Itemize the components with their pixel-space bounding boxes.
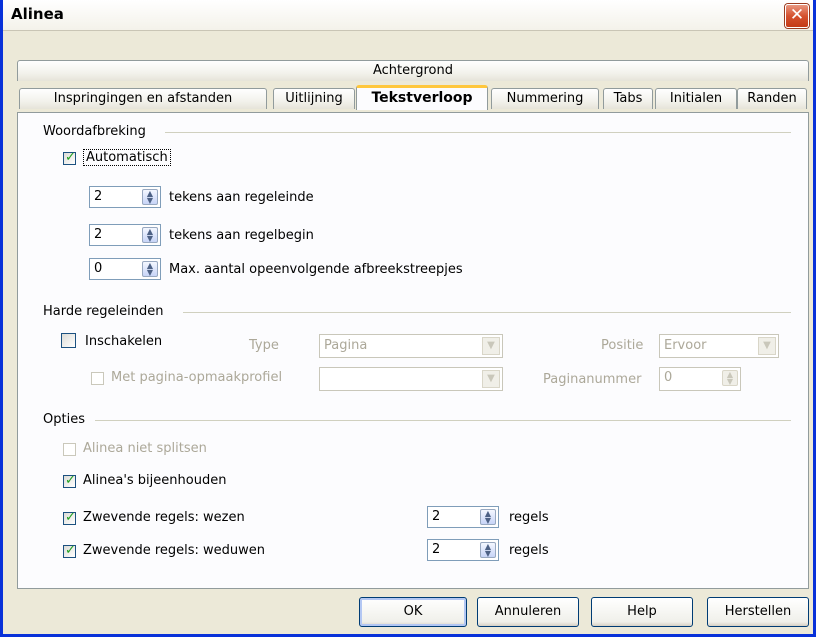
title-bar[interactable]: Alinea ✕ (3, 0, 813, 31)
cancel-button[interactable]: Annuleren (477, 597, 579, 627)
do-not-split-label: Alinea niet splitsen (83, 441, 207, 456)
tab-uitlijning[interactable]: Uitlijning (273, 88, 355, 109)
check-icon: ✓ (65, 543, 76, 558)
widow-value[interactable]: 2 (432, 542, 440, 557)
tab-row-bottom: Inspringingen en afstanden Uitlijning Te… (17, 85, 809, 110)
page-number-value: 0 (664, 370, 673, 385)
page-number-label: Paginanummer (543, 372, 642, 387)
line-begin-spinner[interactable]: 2 ▲ ▼ (89, 224, 161, 246)
dialog-window: Alinea ✕ Achtergrond Inspringingen en af… (0, 0, 816, 637)
widow-checkbox[interactable]: ✓ (63, 543, 76, 558)
page-style-label: Met pagina-opmaakprofiel (111, 370, 283, 385)
tab-achtergrond[interactable]: Achtergrond (17, 60, 809, 81)
spin-arrows-icon[interactable]: ▲ ▼ (142, 227, 158, 243)
widow-spinner[interactable]: 2 ▲ ▼ (427, 539, 499, 561)
line-begin-label: tekens aan regelbegin (169, 228, 314, 243)
ok-button[interactable]: OK (359, 597, 467, 627)
close-button[interactable]: ✕ (785, 4, 809, 28)
section-breaks-label: Harde regeleinden (43, 304, 164, 319)
tab-tabs[interactable]: Tabs (603, 88, 653, 109)
reset-button[interactable]: Herstellen (707, 597, 809, 627)
tab-row-top: Achtergrond (17, 60, 809, 82)
spin-arrows-icon[interactable]: ▲ ▼ (722, 370, 738, 386)
help-button[interactable]: Help (591, 597, 693, 627)
automatic-checkbox[interactable]: ✓ (63, 150, 76, 165)
keep-together-checkbox[interactable]: ✓ (63, 473, 76, 488)
orphan-label[interactable]: Zwevende regels: wezen (83, 510, 245, 525)
check-icon: ✓ (65, 473, 76, 488)
section-divider (183, 312, 791, 313)
orphan-unit: regels (509, 510, 549, 525)
page-number-spinner[interactable]: 0 ▲ ▼ (659, 367, 741, 391)
orphan-checkbox[interactable]: ✓ (63, 510, 76, 525)
check-icon: ✓ (65, 510, 76, 525)
orphan-spinner[interactable]: 2 ▲ ▼ (427, 506, 499, 528)
automatic-label[interactable]: Automatisch (83, 149, 171, 166)
type-label: Type (249, 338, 279, 353)
dialog-title: Alinea (11, 5, 64, 23)
page-style-select[interactable]: ▼ (319, 367, 503, 391)
line-end-value[interactable]: 2 (94, 189, 102, 204)
chevron-down-icon[interactable]: ▼ (482, 337, 500, 355)
chevron-down-icon[interactable]: ▼ (758, 337, 776, 355)
max-hyphens-spinner[interactable]: 0 ▲ ▼ (89, 258, 161, 280)
section-hyphenation-label: Woordafbreking (43, 124, 146, 139)
type-select[interactable]: Pagina ▼ (319, 334, 503, 358)
line-end-spinner[interactable]: 2 ▲ ▼ (89, 186, 161, 208)
position-label: Positie (601, 338, 644, 353)
line-begin-value[interactable]: 2 (94, 227, 102, 242)
spin-arrows-icon[interactable]: ▲ ▼ (142, 189, 158, 205)
chevron-down-icon[interactable]: ▼ (482, 370, 500, 388)
tab-tekstverloop[interactable]: Tekstverloop (356, 85, 488, 110)
tab-nummering[interactable]: Nummering (491, 88, 599, 109)
enable-break-label[interactable]: Inschakelen (85, 334, 162, 349)
max-hyphens-label: Max. aantal opeenvolgende afbreekstreepj… (169, 262, 463, 277)
section-options-label: Opties (43, 412, 85, 427)
widow-unit: regels (509, 543, 549, 558)
close-icon: ✕ (789, 5, 805, 25)
tab-inspringingen[interactable]: Inspringingen en afstanden (19, 88, 267, 109)
spin-arrows-icon[interactable]: ▲ ▼ (480, 509, 496, 525)
position-select[interactable]: Ervoor ▼ (659, 334, 779, 358)
position-value: Ervoor (664, 338, 707, 353)
do-not-split-checkbox[interactable] (63, 443, 76, 456)
tab-initialen[interactable]: Initialen (655, 88, 737, 109)
keep-together-label[interactable]: Alinea's bijeenhouden (83, 473, 226, 488)
type-value: Pagina (324, 338, 368, 353)
spin-arrows-icon[interactable]: ▲ ▼ (142, 261, 158, 277)
widow-label[interactable]: Zwevende regels: weduwen (83, 543, 265, 558)
tab-randen[interactable]: Randen (737, 88, 807, 109)
page-style-checkbox[interactable] (91, 372, 104, 385)
section-divider (95, 420, 791, 421)
enable-break-checkbox[interactable] (61, 333, 76, 348)
line-end-label: tekens aan regeleinde (169, 190, 314, 205)
section-divider (165, 132, 791, 133)
check-icon: ✓ (65, 150, 76, 165)
max-hyphens-value[interactable]: 0 (94, 261, 102, 276)
orphan-value[interactable]: 2 (432, 509, 440, 524)
spin-arrows-icon[interactable]: ▲ ▼ (480, 542, 496, 558)
